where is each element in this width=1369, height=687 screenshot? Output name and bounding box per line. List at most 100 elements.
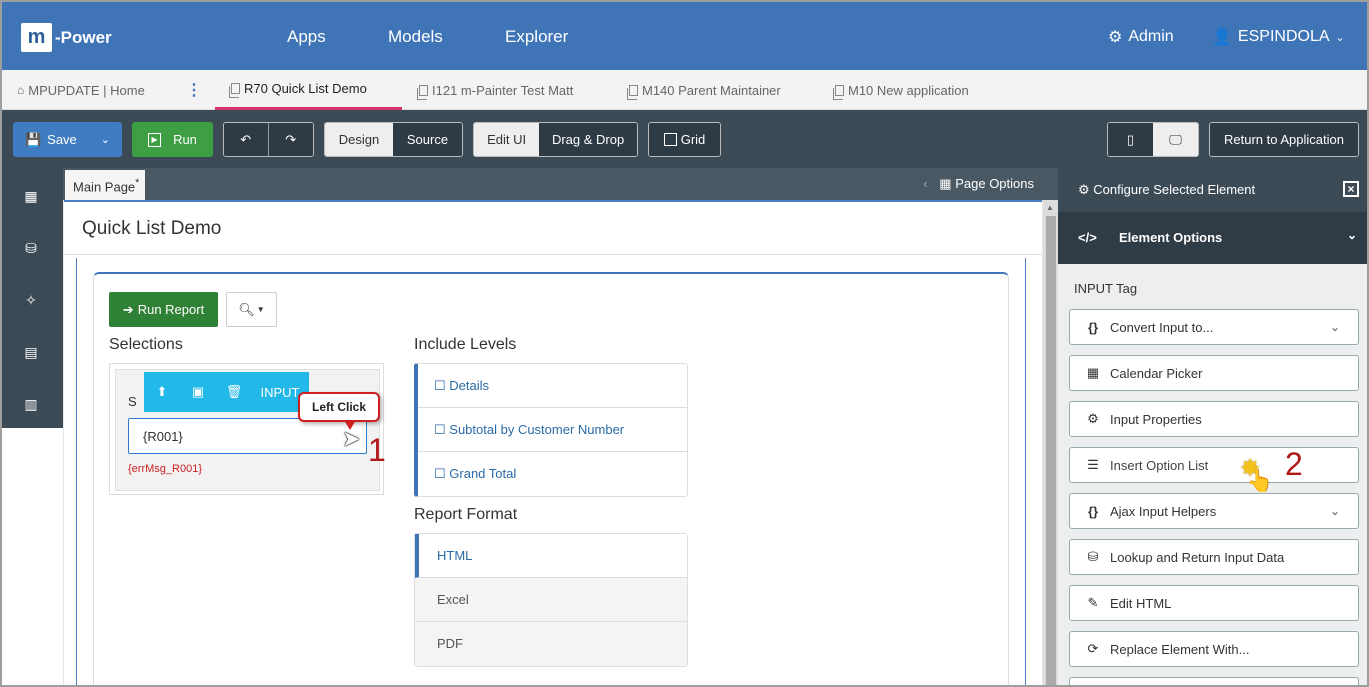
grid-toggle[interactable]: Grid — [648, 122, 721, 157]
tab-i121[interactable]: I121 m-Painter Test Matt — [417, 70, 574, 110]
page-options-button[interactable]: ‹ ▦ Page Options — [923, 176, 1034, 192]
page-tab-bar: Main Page* ‹ ▦ Page Options — [63, 168, 1058, 200]
run-button[interactable]: ▶ Run — [132, 122, 213, 157]
r001-input[interactable]: {R001} — [128, 418, 367, 454]
selection-label: S — [128, 394, 137, 409]
format-pdf[interactable]: PDF — [415, 622, 687, 666]
scroll-thumb[interactable] — [1046, 216, 1056, 685]
tab-m10[interactable]: M10 New application — [833, 70, 969, 110]
close-icon[interactable]: × — [1343, 181, 1359, 197]
home-icon: ⌂ — [17, 83, 25, 97]
mobile-icon[interactable]: ▯ — [1108, 123, 1153, 156]
select-parent-icon[interactable]: ▣ — [180, 384, 216, 400]
tab-label: R70 Quick List Demo — [244, 81, 367, 96]
delete-icon[interactable]: 🗑 — [216, 384, 252, 400]
configure-element-header: ⚙ Configure Selected Element — [1058, 168, 1367, 212]
drag-drop-button[interactable]: Drag & Drop — [539, 123, 637, 156]
replace-element-button[interactable]: ⟳ Replace Element With... — [1069, 631, 1359, 667]
nav-explorer[interactable]: Explorer — [505, 27, 568, 47]
design-source-group: Design Source — [324, 122, 463, 157]
tab-menu-icon[interactable]: ⋮ — [186, 70, 202, 110]
step-1-label: 1 — [368, 432, 386, 468]
edit-ui-button[interactable]: Edit UI — [474, 123, 540, 156]
calendar-icon[interactable]: ▤ — [22, 344, 40, 360]
format-excel[interactable]: Excel — [415, 578, 687, 622]
page-preview: Quick List Demo ➔ Run Report 🔍︎ ▼ Select… — [64, 200, 1042, 685]
chevron-down-icon: ⌄ — [100, 134, 111, 146]
tab-m140[interactable]: M140 Parent Maintainer — [627, 70, 781, 110]
tab-label: MPUPDATE | Home — [28, 82, 145, 98]
user-menu[interactable]: 👤 ESPINDOLA ⌄ — [1212, 27, 1345, 47]
save-button[interactable]: 💾 Save ⌄ — [13, 122, 122, 157]
element-options-body: INPUT Tag {} Convert Input to... ⌄ ▦ Cal… — [1058, 264, 1367, 685]
report-icon[interactable]: ▥ — [22, 396, 40, 412]
include-levels-list: ☐ Details ☐ Subtotal by Customer Number … — [414, 363, 688, 497]
convert-input-button[interactable]: {} Convert Input to... ⌄ — [1069, 309, 1359, 345]
nav-apps[interactable]: Apps — [287, 27, 326, 47]
design-button[interactable]: Design — [325, 123, 393, 156]
canvas-scrollbar[interactable]: ▲ — [1043, 200, 1058, 685]
design-canvas: Main Page* ‹ ▦ Page Options Quick List D… — [63, 168, 1058, 685]
admin-label: Admin — [1128, 28, 1174, 45]
level-grand-total[interactable]: ☐ Grand Total — [418, 452, 687, 496]
calendar-picker-button[interactable]: ▦ Calendar Picker — [1069, 355, 1359, 391]
user-icon: 👤 — [1212, 29, 1232, 46]
braces-icon: {} — [1087, 503, 1099, 519]
logo-text: -Power — [55, 27, 112, 47]
search-dropdown-button[interactable]: 🔍︎ ▼ — [226, 292, 277, 327]
option-label: Edit HTML — [1110, 595, 1172, 611]
tab-home[interactable]: ⌂ MPUPDATE | Home — [17, 70, 145, 110]
input-properties-button[interactable]: ⚙ Input Properties — [1069, 401, 1359, 437]
database-export-icon[interactable]: ⛁ — [22, 240, 40, 256]
tab-r70[interactable]: R70 Quick List Demo — [215, 70, 402, 110]
app-window: m -Power Apps Models Explorer ⚙ Admin 👤 … — [0, 0, 1369, 687]
nav-models[interactable]: Models — [388, 27, 443, 47]
option-label: Convert Input to... — [1110, 319, 1214, 335]
include-levels-heading: Include Levels — [414, 336, 517, 353]
edit-html-button[interactable]: ✎ Edit HTML — [1069, 585, 1359, 621]
option-label: Input Properties — [1110, 411, 1202, 427]
calendar-icon: ▦ — [1086, 365, 1100, 380]
option-label: Lookup and Return Input Data — [1110, 549, 1285, 565]
level-subtotal[interactable]: ☐ Subtotal by Customer Number — [418, 408, 687, 452]
database-icon: ⛁ — [1087, 549, 1099, 564]
gallery-icon[interactable]: ✧ — [22, 292, 40, 308]
edit-icon: ✎ — [1087, 595, 1099, 610]
undo-icon[interactable]: ↶ — [224, 123, 269, 156]
run-label: Run — [173, 132, 197, 147]
search-icon: 🔍︎ — [238, 301, 255, 317]
admin-menu[interactable]: ⚙ Admin — [1108, 27, 1174, 47]
left-rail: ▦ ⛁ ✧ ▤ ▥ — [2, 168, 63, 428]
gear-icon: ⚙ — [1108, 29, 1123, 46]
source-button[interactable]: Source — [393, 123, 462, 156]
toolbar: 💾 Save ⌄ ▶ Run ↶ ↷ Design Source Edit UI… — [2, 110, 1367, 168]
step-2-label: 2 — [1285, 446, 1303, 482]
logo[interactable]: m -Power — [21, 23, 112, 52]
level-details[interactable]: ☐ Details — [418, 364, 687, 408]
format-html[interactable]: HTML — [415, 534, 687, 578]
ajax-input-helpers-button[interactable]: {} Ajax Input Helpers ⌄ — [1069, 493, 1359, 529]
run-report-button[interactable]: ➔ Run Report — [109, 292, 218, 327]
save-icon: 💾 — [24, 131, 42, 147]
redo-icon[interactable]: ↷ — [268, 123, 313, 156]
level-label: Grand Total — [449, 466, 517, 481]
desktop-icon[interactable]: 🖵 — [1153, 123, 1198, 156]
tab-label: I121 m-Painter Test Matt — [432, 82, 574, 98]
insert-option-list-button[interactable]: ☰ Insert Option List — [1069, 447, 1359, 483]
document-icon — [833, 84, 844, 100]
element-options-header[interactable]: </> Element Options ⌄ — [1058, 212, 1367, 264]
edit-mode-group: Edit UI Drag & Drop — [473, 122, 638, 157]
return-to-application-button[interactable]: Return to Application — [1209, 122, 1359, 157]
top-nav: m -Power Apps Models Explorer ⚙ Admin 👤 … — [2, 2, 1367, 70]
main-page-tab[interactable]: Main Page* — [65, 170, 145, 200]
main-page-label: Main Page — [73, 179, 136, 195]
more-options-button[interactable] — [1069, 677, 1359, 685]
move-up-icon[interactable]: ⬆ — [144, 384, 180, 400]
device-toggle-group: ▯ 🖵 — [1107, 122, 1199, 157]
tab-bar: ⌂ MPUPDATE | Home ⋮ R70 Quick List Demo … — [2, 70, 1367, 110]
lookup-return-button[interactable]: ⛁ Lookup and Return Input Data — [1069, 539, 1359, 575]
scroll-up-icon[interactable]: ▲ — [1046, 203, 1054, 212]
chevron-left-icon: ‹ — [923, 176, 928, 191]
chevron-down-icon: ⌄ — [1335, 31, 1345, 44]
table-icon[interactable]: ▦ — [22, 188, 40, 204]
